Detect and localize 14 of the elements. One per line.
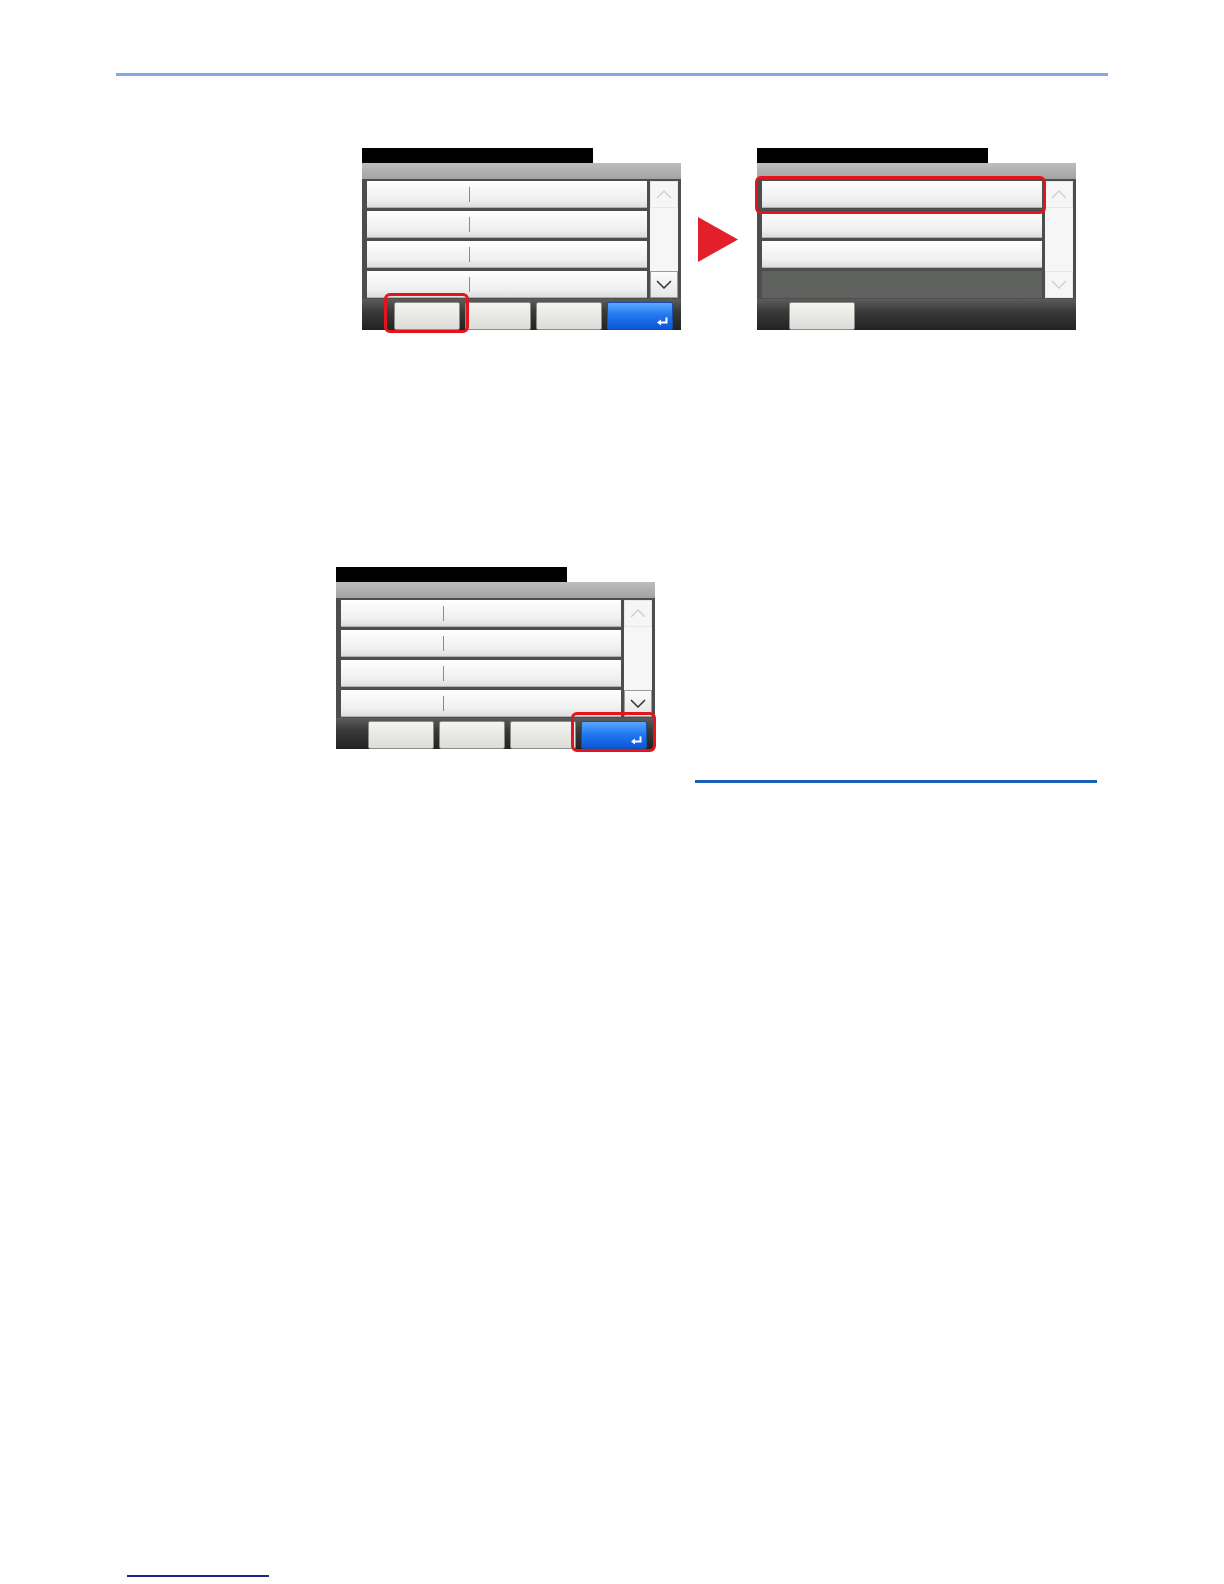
right-triangle-icon <box>698 216 738 262</box>
chevron-up-icon <box>630 609 646 618</box>
soft-key-button[interactable] <box>384 293 469 333</box>
list-row[interactable] <box>755 176 1046 214</box>
chevron-up-icon <box>656 190 672 199</box>
return-arrow-icon <box>631 736 642 745</box>
return-arrow-icon <box>657 317 668 326</box>
chevron-down-icon <box>630 699 646 708</box>
chevron-down-icon <box>656 280 672 289</box>
enter-button[interactable] <box>571 712 656 752</box>
list-row[interactable] <box>367 271 647 298</box>
chevron-up-icon <box>1051 190 1067 199</box>
scroll-down-button[interactable] <box>650 271 678 298</box>
chevron-down-icon <box>1051 280 1067 289</box>
